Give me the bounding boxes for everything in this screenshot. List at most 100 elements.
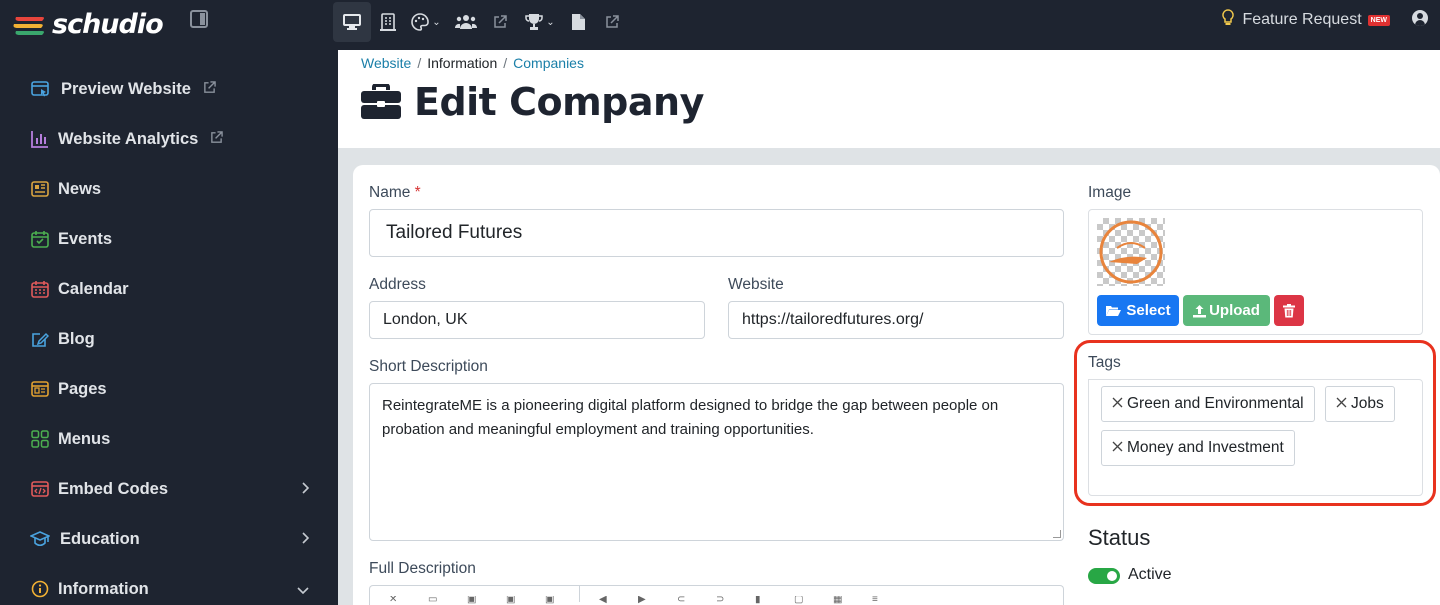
- resize-handle-icon[interactable]: [1053, 530, 1061, 538]
- sidebar-item-website-analytics[interactable]: Website Analytics: [30, 124, 315, 154]
- sidebar-item-label: Preview Website: [61, 79, 191, 98]
- chevron-down-icon: [297, 581, 309, 597]
- sidebar-item-events[interactable]: Events: [30, 224, 315, 254]
- delete-image-button[interactable]: [1274, 295, 1304, 326]
- sidebar-item-label: News: [58, 179, 102, 198]
- breadcrumb-website[interactable]: Website: [361, 55, 411, 71]
- document-icon[interactable]: [561, 2, 595, 42]
- undo-icon[interactable]: ◀: [599, 596, 619, 604]
- link-icon[interactable]: ⊂: [677, 596, 697, 604]
- unlink-icon[interactable]: ⊃: [716, 596, 736, 604]
- sidebar-toggle-icon[interactable]: [190, 10, 208, 28]
- desktop-icon[interactable]: [333, 2, 371, 42]
- external-link-icon[interactable]: [483, 2, 517, 42]
- short-description-value: ReintegrateME is a pioneering digital pl…: [382, 397, 999, 438]
- building-icon[interactable]: [371, 2, 405, 42]
- paste-icon[interactable]: ▣: [467, 596, 487, 604]
- sidebar-item-label: Menus: [58, 429, 111, 448]
- trophy-icon[interactable]: ⌄: [523, 2, 557, 42]
- preview-icon: [30, 79, 50, 99]
- sidebar-item-education[interactable]: Education: [30, 524, 315, 554]
- page-header: Website / Information / Companies Edit Compa…: [338, 50, 1440, 148]
- toolbar-divider: [579, 586, 580, 602]
- embed-icon: [30, 479, 50, 499]
- sidebar-item-blog[interactable]: Blog: [30, 324, 315, 354]
- sidebar-item-pages[interactable]: Pages: [30, 374, 315, 404]
- select-image-button[interactable]: Select: [1097, 295, 1179, 326]
- sidebar-item-embed-codes[interactable]: Embed Codes: [30, 474, 315, 504]
- website-field[interactable]: https://tailoredfutures.org/: [728, 301, 1064, 339]
- news-icon: [30, 179, 50, 199]
- users-icon[interactable]: [449, 2, 483, 42]
- select-image-label: Select: [1126, 302, 1171, 319]
- breadcrumb: Website / Information / Companies: [361, 55, 584, 71]
- external-link-icon[interactable]: [595, 2, 629, 42]
- pages-icon: [30, 379, 50, 399]
- image-box: Select Upload: [1088, 209, 1423, 335]
- cut-icon[interactable]: ✕: [389, 596, 409, 604]
- sidebar-item-calendar[interactable]: Calendar: [30, 274, 315, 304]
- logo[interactable]: schudio: [12, 6, 164, 42]
- copy-icon[interactable]: ▭: [428, 596, 448, 604]
- status-heading: Status: [1088, 525, 1151, 550]
- active-toggle-label: Active: [1128, 566, 1172, 583]
- new-badge: NEW: [1367, 14, 1390, 26]
- sidebar-item-menus[interactable]: Menus: [30, 424, 315, 454]
- sidebar-item-news[interactable]: News: [30, 174, 315, 204]
- sidebar-item-preview-website[interactable]: Preview Website: [30, 74, 315, 104]
- sidebar-item-label: Embed Codes: [58, 479, 169, 498]
- schudio-logo-icon: [13, 17, 44, 35]
- external-link-icon: [210, 131, 224, 147]
- events-icon: [30, 229, 50, 249]
- name-label: Name *: [369, 184, 421, 202]
- editor-toolbar: ✕ ▭ ▣ ▣ ▣ ◀ ▶ ⊂ ⊃ ▮ ▢ ▦ ≡: [369, 585, 1064, 605]
- anchor-icon[interactable]: ▮: [755, 596, 775, 604]
- name-label-text: Name: [369, 184, 411, 201]
- trash-icon: [1283, 303, 1295, 317]
- address-label: Address: [369, 276, 426, 293]
- chevron-down-icon: ⌄: [432, 16, 441, 28]
- sidebar-item-label: Information: [58, 579, 149, 598]
- sidebar-item-label: Blog: [58, 329, 95, 348]
- company-logo-thumbnail[interactable]: [1097, 218, 1165, 286]
- active-toggle[interactable]: [1088, 568, 1120, 584]
- lightbulb-icon: [1222, 9, 1235, 31]
- palette-icon[interactable]: ⌄: [409, 2, 443, 42]
- top-bar: schudio ⌄ ⌄ Feature Request NEW: [0, 0, 1440, 50]
- full-description-label: Full Description: [369, 560, 476, 577]
- folder-open-icon: [1106, 306, 1122, 316]
- feature-request-label: Feature Request: [1242, 11, 1362, 28]
- briefcase-icon: [361, 84, 401, 119]
- breadcrumb-separator: /: [503, 55, 508, 71]
- name-value: Tailored Futures: [386, 222, 523, 243]
- chevron-right-icon: [301, 481, 310, 497]
- sidebar-item-information[interactable]: Information: [30, 574, 315, 604]
- image-icon[interactable]: ▢: [794, 596, 814, 604]
- feature-request-link[interactable]: Feature Request NEW: [1222, 9, 1390, 31]
- upload-icon: [1193, 304, 1207, 317]
- upload-image-button[interactable]: Upload: [1183, 295, 1270, 326]
- tags-highlight-annotation: [1074, 340, 1436, 506]
- short-description-field[interactable]: ReintegrateME is a pioneering digital pl…: [369, 383, 1064, 541]
- page-title: Edit Company: [360, 80, 704, 124]
- education-icon: [30, 529, 50, 549]
- redo-icon[interactable]: ▶: [638, 596, 658, 604]
- paste-text-icon[interactable]: ▣: [506, 596, 526, 604]
- sidebar: Preview Website Website Analytics News E…: [0, 50, 338, 605]
- menus-icon: [30, 429, 50, 449]
- paste-word-icon[interactable]: ▣: [545, 596, 565, 604]
- information-icon: [30, 579, 50, 599]
- table-icon[interactable]: ▦: [833, 596, 853, 604]
- name-field[interactable]: Tailored Futures: [369, 209, 1064, 257]
- website-value: https://tailoredfutures.org/: [742, 311, 924, 328]
- blog-icon: [30, 329, 50, 349]
- sidebar-item-label: Events: [58, 229, 113, 248]
- breadcrumb-companies[interactable]: Companies: [513, 55, 584, 71]
- horizontal-line-icon[interactable]: ≡: [872, 596, 892, 604]
- short-description-label: Short Description: [369, 358, 488, 375]
- website-label: Website: [728, 276, 784, 293]
- image-label: Image: [1088, 184, 1132, 201]
- calendar-icon: [30, 279, 50, 299]
- user-account-icon[interactable]: [1412, 10, 1428, 26]
- address-field[interactable]: London, UK: [369, 301, 705, 339]
